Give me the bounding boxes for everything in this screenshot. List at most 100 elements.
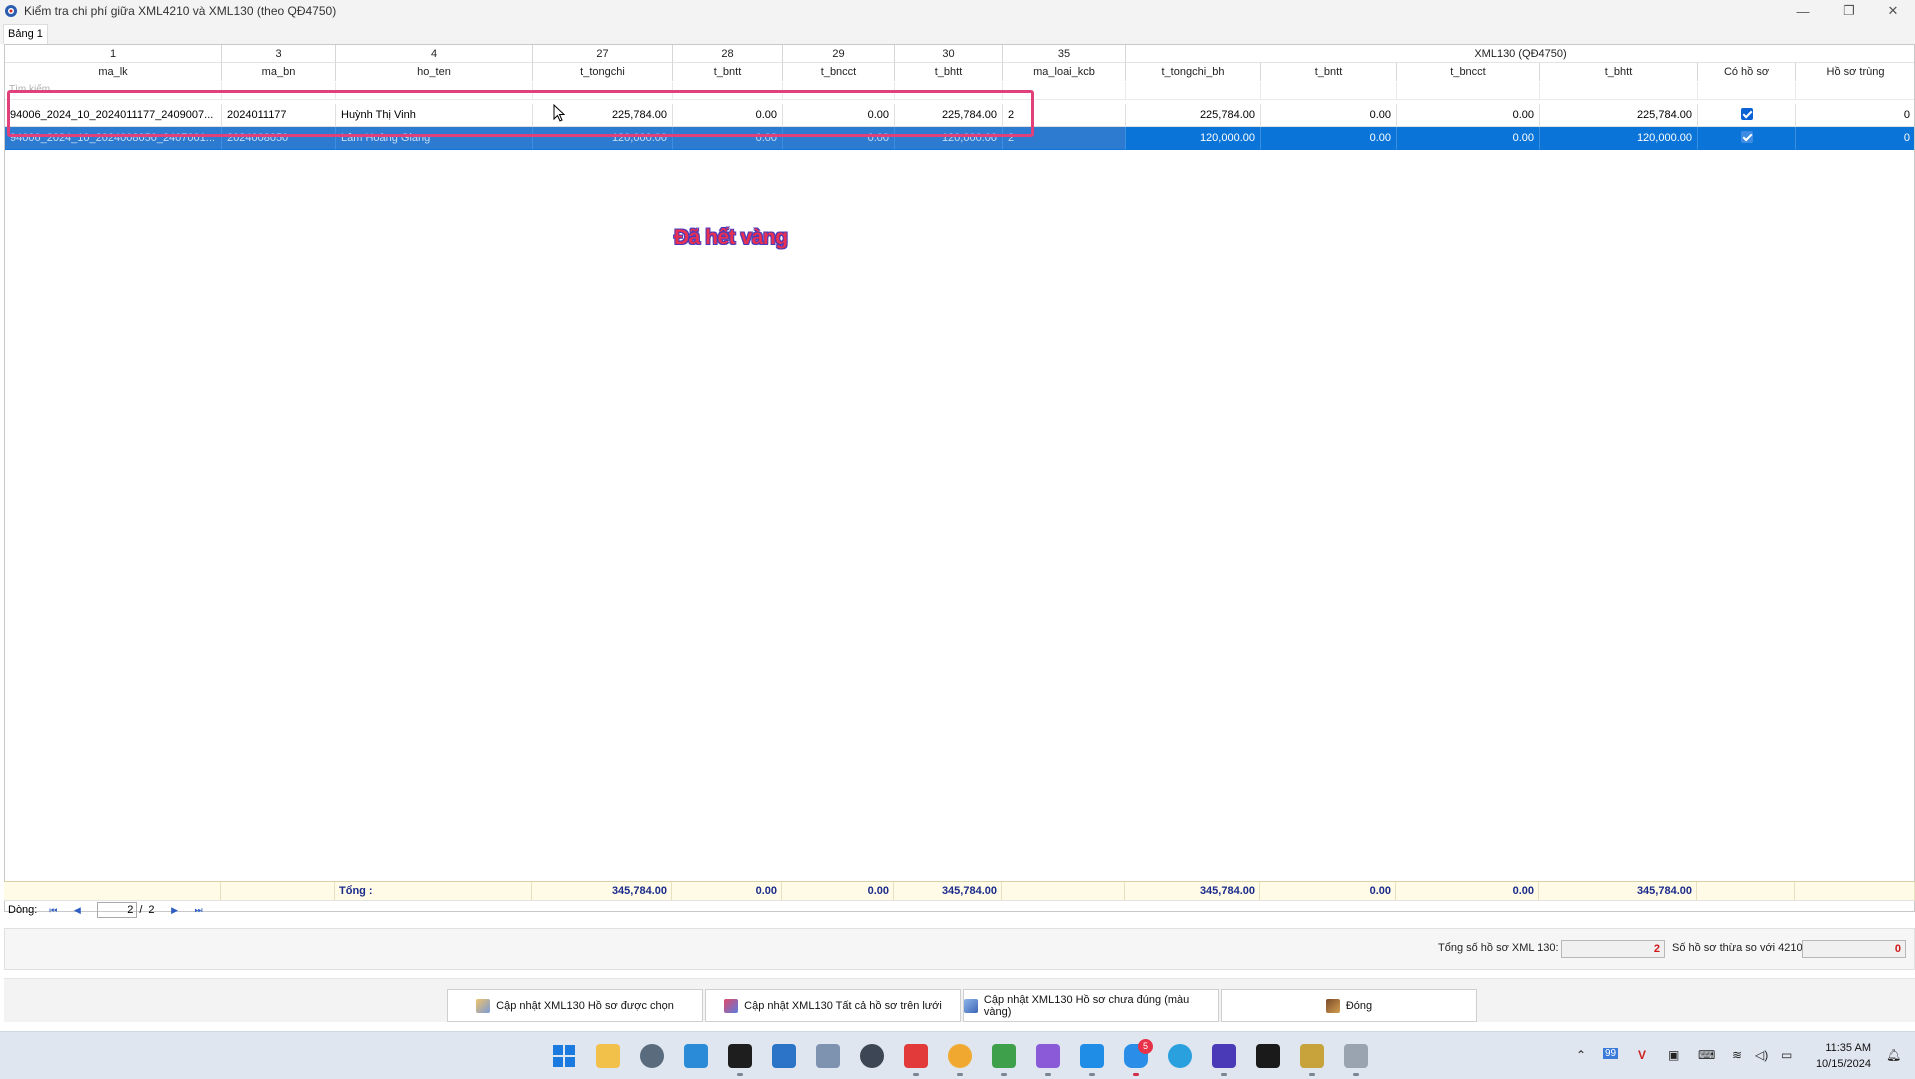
cell-t-bncct[interactable]: 0.00	[783, 127, 895, 150]
archive-app-icon[interactable]	[1300, 1044, 1324, 1068]
filter-cell[interactable]	[533, 82, 673, 100]
column-header-t-bntt-130[interactable]: t_bntt	[1261, 63, 1397, 81]
column-header-t-bhtt-130[interactable]: t_bhtt	[1540, 63, 1698, 81]
column-header-t-tongchi[interactable]: t_tongchi	[533, 63, 673, 81]
cell-t-bntt-130[interactable]: 0.00	[1261, 104, 1397, 127]
misc-app-icon[interactable]	[1344, 1044, 1368, 1068]
cell-t-tongchi-bh[interactable]: 225,784.00	[1126, 104, 1261, 127]
cell-t-bhtt-130[interactable]: 225,784.00	[1540, 104, 1698, 127]
update-selected-button[interactable]: Cập nhật XML130 Hồ sơ được chọn	[447, 989, 703, 1022]
column-header-t-bntt[interactable]: t_bntt	[673, 63, 783, 81]
ime-indicator[interactable]: 99	[1603, 1048, 1619, 1059]
data-grid[interactable]: 1 3 4 27 28 29 30 35 XML130 (QĐ4750) ma_…	[4, 44, 1915, 912]
monitor-app-icon[interactable]	[816, 1044, 840, 1068]
visual-studio-icon[interactable]	[1036, 1044, 1060, 1068]
volume-icon[interactable]: ◁)	[1755, 1048, 1768, 1062]
notification-bell-icon[interactable]: 🔔︎	[1886, 1048, 1901, 1062]
cell-co-ho-so[interactable]	[1698, 127, 1796, 150]
red-app-icon[interactable]	[904, 1044, 928, 1068]
cell-t-bntt[interactable]: 0.00	[673, 127, 783, 150]
filter-cell[interactable]	[5, 82, 222, 100]
settings-gear-icon[interactable]	[640, 1044, 664, 1068]
cell-ho-ten[interactable]: Huỳnh Thị Vinh	[336, 104, 533, 127]
column-header-co-ho-so[interactable]: Có hồ sơ	[1698, 63, 1796, 81]
system-clock[interactable]: 11:35 AM 10/15/2024	[1816, 1040, 1871, 1072]
cell-t-bncct[interactable]: 0.00	[783, 104, 895, 127]
cell-ma-lk[interactable]: 94006_2024_10_2024008050_2407001...	[5, 127, 222, 150]
telegram-icon[interactable]	[1168, 1044, 1192, 1068]
column-header-ma-bn[interactable]: ma_bn	[222, 63, 336, 81]
cell-ma-bn[interactable]: 2024008050	[222, 127, 336, 150]
start-icon[interactable]	[552, 1044, 576, 1068]
filter-cell[interactable]	[1796, 82, 1914, 100]
minimize-button[interactable]: —	[1781, 0, 1825, 22]
clock-app-icon[interactable]	[860, 1044, 884, 1068]
search-app-icon[interactable]	[684, 1044, 708, 1068]
cell-t-tongchi-bh[interactable]: 120,000.00	[1126, 127, 1261, 150]
cell-t-bhtt-130[interactable]: 120,000.00	[1540, 127, 1698, 150]
v-app-icon[interactable]: V	[1638, 1048, 1646, 1062]
cell-t-bntt-130[interactable]: 0.00	[1261, 127, 1397, 150]
spreadsheet-icon[interactable]	[992, 1044, 1016, 1068]
cell-ho-ten[interactable]: Lâm Hoàng Giang	[336, 127, 533, 150]
prev-record-icon[interactable]: ◀	[69, 903, 85, 917]
update-wrong-button[interactable]: Cập nhật XML130 Hồ sơ chưa đúng (màu vàn…	[963, 989, 1219, 1022]
tab-bang-1[interactable]: Bảng 1	[3, 24, 48, 44]
drawing-app-icon[interactable]	[1212, 1044, 1236, 1068]
filter-cell[interactable]	[1540, 82, 1698, 100]
filter-cell[interactable]	[1698, 82, 1796, 100]
table-row[interactable]: 94006_2024_10_2024011177_2409007... 2024…	[5, 104, 1914, 127]
column-header-t-bncct[interactable]: t_bncct	[783, 63, 895, 81]
update-all-button[interactable]: Cập nhật XML130 Tất cả hồ sơ trên lưới	[705, 989, 961, 1022]
cell-t-tongchi[interactable]: 120,000.00	[533, 127, 673, 150]
chevron-up-icon[interactable]: ⌃	[1576, 1048, 1586, 1062]
filter-cell[interactable]	[1003, 82, 1126, 100]
wifi-icon[interactable]: ≋	[1732, 1048, 1742, 1062]
cell-t-bhtt[interactable]: 120,000.00	[895, 127, 1003, 150]
file-explorer-icon[interactable]	[596, 1044, 620, 1068]
cell-ma-bn[interactable]: 2024011177	[222, 104, 336, 127]
filter-cell[interactable]	[895, 82, 1003, 100]
keyboard-icon[interactable]: ⌨	[1698, 1048, 1715, 1062]
column-header-t-tongchi-bh[interactable]: t_tongchi_bh	[1126, 63, 1261, 81]
filter-row[interactable]: Tìm kiếm	[5, 82, 1914, 100]
filter-cell[interactable]	[673, 82, 783, 100]
cell-t-bntt[interactable]: 0.00	[673, 104, 783, 127]
column-header-ma-lk[interactable]: ma_lk	[5, 63, 222, 81]
filter-cell[interactable]	[222, 82, 336, 100]
filter-cell[interactable]	[783, 82, 895, 100]
column-header-ho-so-trung[interactable]: Hồ sơ trùng	[1796, 63, 1914, 81]
battery-icon[interactable]: ▭	[1781, 1048, 1792, 1062]
column-header-ma-loai-kcb[interactable]: ma_loai_kcb	[1003, 63, 1126, 81]
checkbox-checked-icon[interactable]	[1740, 108, 1753, 121]
column-header-t-bncct-130[interactable]: t_bncct	[1397, 63, 1540, 81]
browser-icon[interactable]	[948, 1044, 972, 1068]
last-record-icon[interactable]: ⏭	[191, 903, 207, 917]
cell-ma-lk[interactable]: 94006_2024_10_2024011177_2409007...	[5, 104, 222, 127]
filter-cell[interactable]	[1126, 82, 1261, 100]
cell-t-bncct-130[interactable]: 0.00	[1397, 104, 1540, 127]
cell-co-ho-so[interactable]	[1698, 104, 1796, 127]
close-button[interactable]: ✕	[1871, 0, 1915, 22]
rider-icon[interactable]	[1256, 1044, 1280, 1068]
cell-ma-loai-kcb[interactable]: 2	[1003, 104, 1126, 127]
column-header-ho-ten[interactable]: ho_ten	[336, 63, 533, 81]
maximize-button[interactable]: ❐	[1827, 0, 1871, 22]
filter-cell[interactable]	[1397, 82, 1540, 100]
cell-ma-loai-kcb[interactable]: 2	[1003, 127, 1126, 150]
filter-cell[interactable]	[336, 82, 533, 100]
terminal-icon[interactable]	[728, 1044, 752, 1068]
clipboard-icon[interactable]: ▣	[1668, 1048, 1679, 1062]
first-record-icon[interactable]: ⏮	[45, 903, 61, 917]
column-header-t-bhtt[interactable]: t_bhtt	[895, 63, 1003, 81]
checkbox-checked-icon[interactable]	[1740, 131, 1753, 144]
cell-t-bhtt[interactable]: 225,784.00	[895, 104, 1003, 127]
cell-ho-so-trung[interactable]: 0	[1796, 104, 1914, 127]
current-row-input[interactable]: 2	[97, 902, 138, 918]
vscode-icon[interactable]	[1080, 1044, 1104, 1068]
next-record-icon[interactable]: ▶	[167, 903, 183, 917]
close-dialog-button[interactable]: Đóng	[1221, 989, 1477, 1022]
powershell-icon[interactable]	[772, 1044, 796, 1068]
cell-ho-so-trung[interactable]: 0	[1796, 127, 1914, 150]
table-row-selected[interactable]: 94006_2024_10_2024008050_2407001... 2024…	[5, 127, 1914, 150]
